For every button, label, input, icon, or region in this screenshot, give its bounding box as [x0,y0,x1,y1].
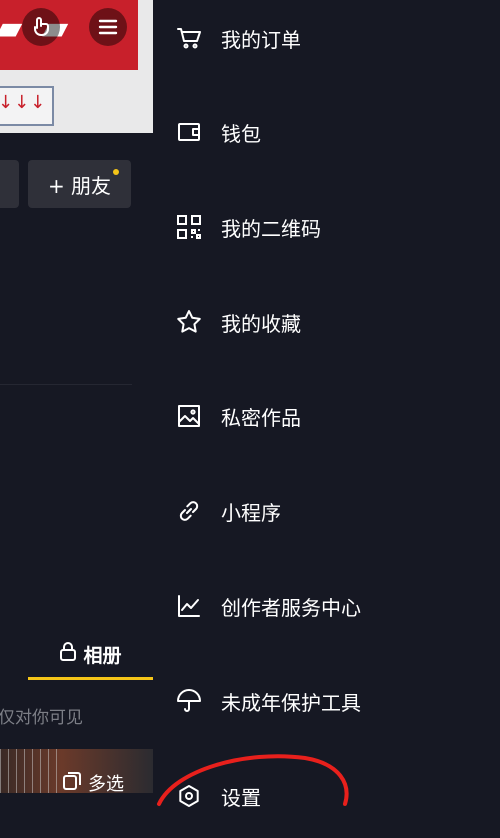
add-friend-label: + 朋友 [47,173,112,198]
cart-icon [175,24,203,52]
menu-item-settings[interactable]: 设置 [175,776,495,816]
menu-item-minor-protection[interactable]: 未成年保护工具 [175,681,495,721]
menu-item-mini-programs[interactable]: 小程序 [175,491,495,531]
lock-icon [59,641,77,667]
star-icon [175,308,203,336]
side-drawer: 我的订单 钱包 我的二维码 我的收藏 私密作品 小程序 创作者服务中心 未成年保… [153,0,500,810]
tab-indicator [28,677,153,680]
gear-icon [175,782,203,810]
menu-item-private-works[interactable]: 私密作品 [175,396,495,436]
section-divider [0,384,132,385]
menu-item-label: 小程序 [221,500,281,525]
edit-profile-button[interactable] [0,160,19,208]
menu-item-favorites[interactable]: 我的收藏 [175,302,495,342]
menu-item-label: 私密作品 [221,405,301,430]
add-friend-button[interactable]: + 朋友 [28,160,131,208]
qr-code-icon [175,213,203,241]
menu-item-creator-center[interactable]: 创作者服务中心 [175,586,495,626]
umbrella-icon [175,687,203,715]
menu-icon[interactable] [89,8,127,46]
tab-album[interactable]: 相册 [28,636,153,672]
menu-item-label: 未成年保护工具 [221,690,361,715]
private-image-icon [175,402,203,430]
menu-item-orders[interactable]: 我的订单 [175,18,495,58]
multi-select-button[interactable]: 多选 [62,770,124,793]
menu-item-qr-code[interactable]: 我的二维码 [175,207,495,247]
link-icon [175,497,203,525]
wallet-icon [175,118,203,146]
visitor-icon[interactable] [22,8,60,46]
profile-page: ▰▰ ▰ ↓↓↓ + 朋友 相册 仅对你可见 [0,0,153,793]
menu-item-label: 我的收藏 [221,311,301,336]
chart-icon [175,592,203,620]
menu-item-label: 我的二维码 [221,216,321,241]
banner-arrows: ↓↓↓ [0,92,47,113]
tab-album-label: 相册 [83,644,122,667]
menu-item-label: 我的订单 [221,27,301,52]
visibility-note: 仅对你可见 [0,708,83,728]
menu-item-label: 创作者服务中心 [221,595,361,620]
copy-icon [62,771,82,794]
menu-item-wallet[interactable]: 钱包 [175,112,495,152]
menu-item-label: 设置 [221,785,261,810]
multi-select-label: 多选 [88,774,124,793]
notification-dot [113,169,119,175]
thumbnail-pattern [0,749,60,793]
menu-item-label: 钱包 [221,121,261,146]
